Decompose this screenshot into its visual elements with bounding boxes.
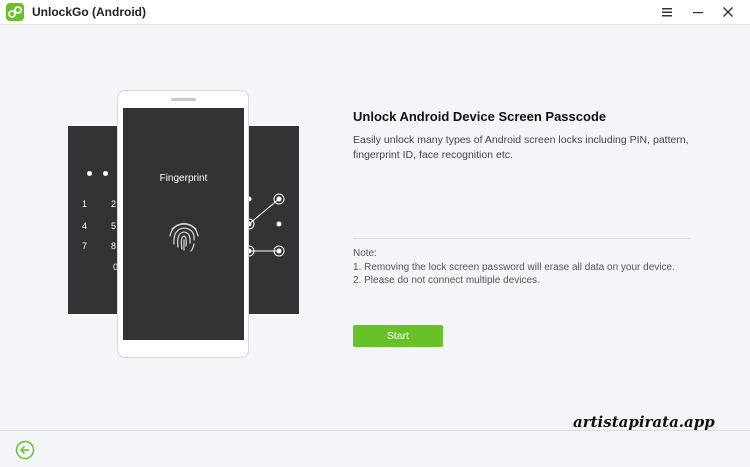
- watermark-text: artistapirata.app: [573, 413, 715, 431]
- back-arrow-icon[interactable]: [15, 440, 35, 460]
- start-button[interactable]: Start: [353, 325, 443, 347]
- pin-key: 2: [111, 199, 117, 209]
- divider: [353, 238, 690, 239]
- pin-key: 4: [82, 221, 88, 231]
- pin-key: 5: [111, 221, 117, 231]
- title-bar: UnlockGo (Android): [0, 0, 750, 25]
- note-title: Note:: [353, 248, 377, 259]
- fingerprint-phone: Fingerprint: [117, 90, 249, 358]
- phone-speaker: [171, 98, 196, 101]
- pattern-lock-phone: [241, 126, 299, 314]
- pin-key: 7: [82, 241, 88, 251]
- pin-dot: [87, 171, 92, 176]
- page-title: Unlock Android Device Screen Passcode: [353, 109, 607, 124]
- link-logo-icon: [6, 3, 24, 21]
- app-title: UnlockGo (Android): [32, 5, 146, 19]
- hamburger-menu-icon[interactable]: [658, 3, 676, 21]
- page-description: Easily unlock many types of Android scre…: [353, 134, 689, 161]
- pin-key: 1: [82, 199, 88, 209]
- footer-divider: [0, 430, 750, 431]
- pin-key: 8: [111, 241, 117, 251]
- note-item: 2. Please do not connect multiple device…: [353, 275, 540, 286]
- fingerprint-icon: [165, 216, 203, 254]
- pattern-lock-icon: [243, 193, 285, 257]
- phone-screen: Fingerprint: [123, 108, 244, 340]
- minimize-icon[interactable]: [689, 3, 707, 21]
- pin-dot: [103, 171, 108, 176]
- close-icon[interactable]: [719, 3, 737, 21]
- fingerprint-label: Fingerprint: [159, 173, 208, 184]
- note-item: 1. Removing the lock screen password wil…: [353, 262, 675, 273]
